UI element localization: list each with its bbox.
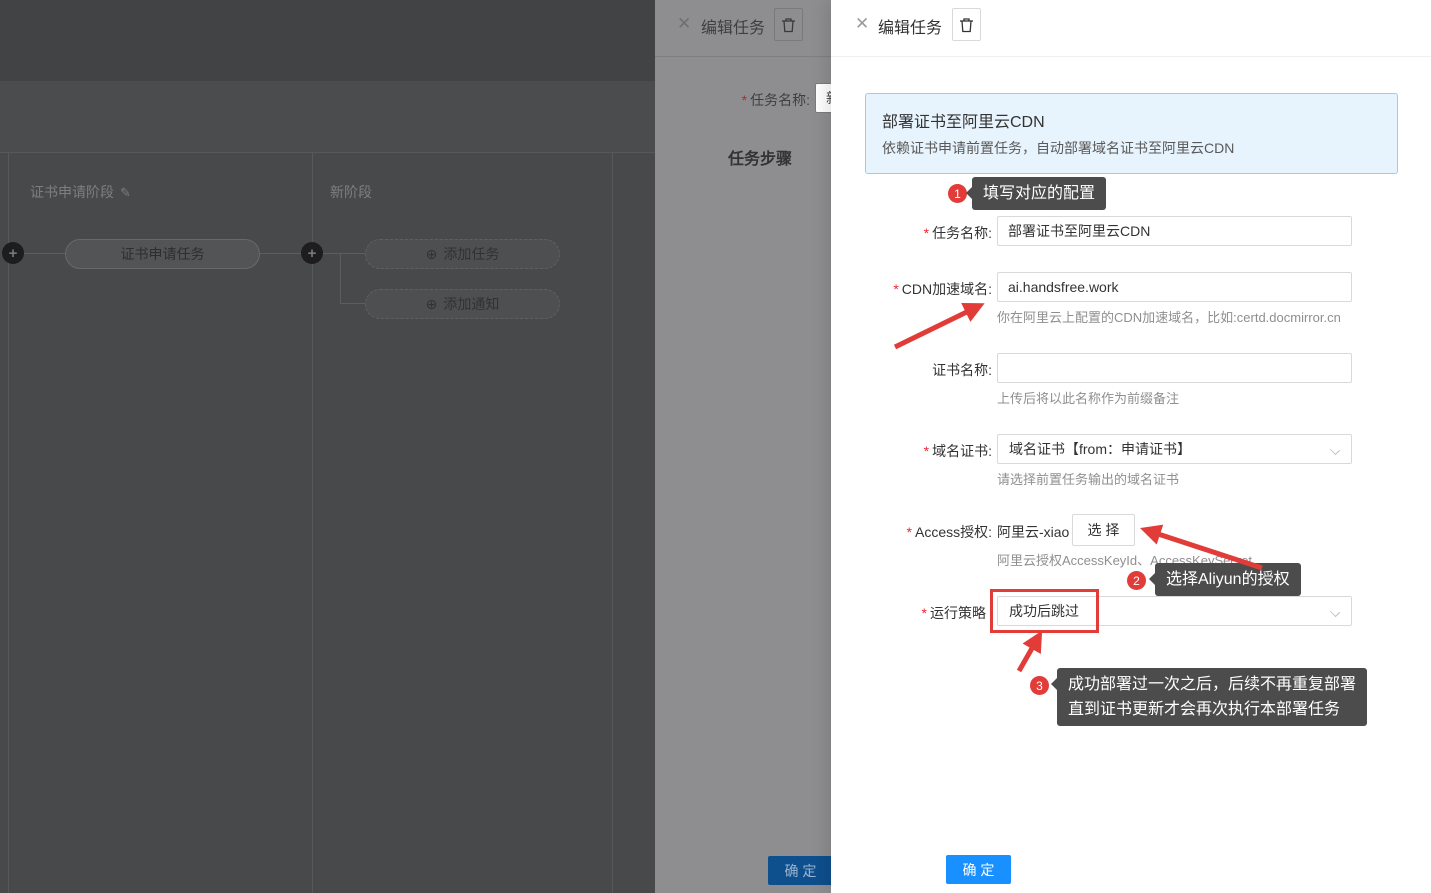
add-stage-button[interactable]: + [2,242,24,264]
connector-line [323,253,365,254]
stage1-title: 证书申请阶段✎ [30,182,131,202]
close-icon[interactable]: ✕ [677,14,691,34]
arrow-to-cdn-domain [895,306,979,347]
chevron-down-icon [1330,445,1340,455]
annotation-highlight-box [990,589,1099,633]
task-node-cert-request[interactable]: 证书申请任务 [65,239,260,269]
delete-task-button[interactable] [774,8,803,41]
cdn-domain-input[interactable] [997,272,1352,302]
delete-task-button[interactable] [952,8,981,41]
access-auth-select-button[interactable]: 选 择 [1072,514,1135,546]
cert-name-input[interactable] [997,353,1352,383]
annotation-badge-2: 2 [1127,571,1146,590]
stage-column-divider [612,152,613,893]
circled-plus-icon: ⊕ [426,296,438,313]
stage2-title: 新阶段 [330,182,372,202]
confirm-button-behind[interactable]: 确 定 [768,856,833,885]
access-auth-value: 阿里云-xiao [997,522,1069,542]
annotation-badge-3: 3 [1030,676,1049,695]
field-label: *任务名称: [655,90,810,110]
connector-line [260,253,301,254]
access-auth-label: *Access授权: [831,522,992,542]
app-viewport: 证书申请阶段✎ 新阶段 + + 证书申请任务 ⊕ 添加任务 ⊕ 添加通知 ✕ 编… [0,0,1431,893]
add-notification-button[interactable]: ⊕ 添加通知 [365,289,560,319]
trash-icon [781,17,796,33]
confirm-button[interactable]: 确 定 [946,855,1011,884]
connector-line [340,303,365,304]
add-stage-button[interactable]: + [301,242,323,264]
task-name-input[interactable] [997,216,1352,246]
arrow-to-run-strategy [1019,636,1039,671]
cert-name-label: 证书名称: [831,360,992,380]
task-name-label: *任务名称: [831,223,992,243]
connector-line [340,253,341,304]
plugin-title: 部署证书至阿里云CDN [882,108,1045,132]
circled-plus-icon: ⊕ [426,246,438,263]
domain-cert-select[interactable]: 域名证书【from：申请证书】 [997,434,1352,464]
cdn-domain-label: *CDN加速域名: [831,279,992,299]
annotation-badge-1: 1 [948,184,967,203]
add-task-button[interactable]: ⊕ 添加任务 [365,239,560,269]
edit-task-drawer: ✕ 编辑任务 部署证书至阿里云CDN 依赖证书申请前置任务，自动部署域名证书至阿… [831,0,1431,893]
drawer-header: ✕ 编辑任务 [831,0,1431,57]
cdn-domain-hint: 你在阿里云上配置的CDN加速域名，比如:certd.docmirror.cn [997,307,1341,326]
task-steps-heading: 任务步骤 [728,145,792,169]
drawer-title: 编辑任务 [701,14,765,38]
domain-cert-hint: 请选择前置任务输出的域名证书 [997,469,1179,488]
annotation-tooltip-3: 成功部署过一次之后，后续不再重复部署 直到证书更新才会再次执行本部署任务 [1057,668,1367,726]
close-icon[interactable]: ✕ [855,14,869,34]
run-strategy-label: *运行策略 [831,603,986,623]
annotation-tooltip-1: 填写对应的配置 [972,177,1106,210]
plugin-info-box: 部署证书至阿里云CDN 依赖证书申请前置任务，自动部署域名证书至阿里云CDN [865,93,1398,174]
drawer-title: 编辑任务 [878,14,942,38]
chevron-down-icon [1330,607,1340,617]
trash-icon [959,17,974,33]
connector-line [24,253,65,254]
domain-cert-label: *域名证书: [831,441,992,461]
edit-stage-icon[interactable]: ✎ [120,185,131,200]
plugin-description: 依赖证书申请前置任务，自动部署域名证书至阿里云CDN [882,138,1234,158]
annotation-tooltip-2: 选择Aliyun的授权 [1155,563,1301,596]
cert-name-hint: 上传后将以此名称作为前缀备注 [997,388,1179,407]
